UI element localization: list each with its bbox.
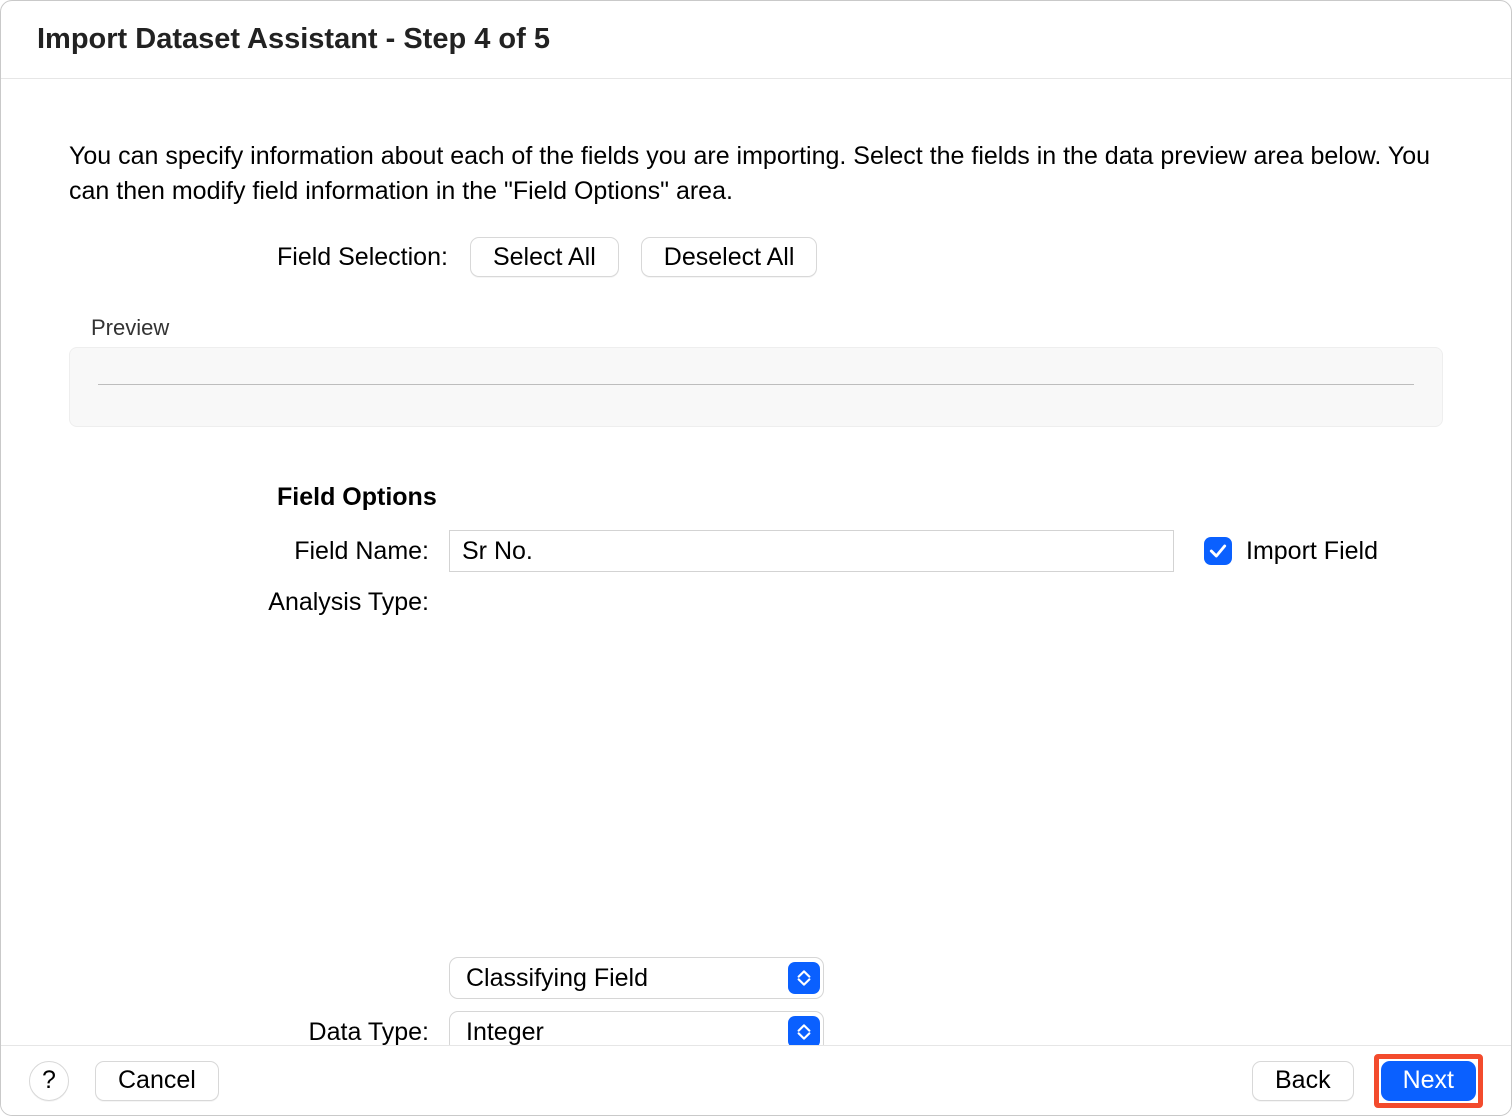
back-button[interactable]: Back	[1252, 1061, 1354, 1101]
intro-text: You can specify information about each o…	[69, 139, 1443, 209]
preview-divider	[98, 384, 1414, 385]
dialog-title: Import Dataset Assistant - Step 4 of 5	[37, 23, 550, 56]
titlebar: Import Dataset Assistant - Step 4 of 5	[1, 1, 1511, 79]
data-type-label: Data Type:	[69, 1018, 449, 1047]
preview-area[interactable]	[69, 347, 1443, 427]
nav-buttons: Back Next	[1252, 1054, 1483, 1108]
field-selection-label: Field Selection:	[277, 243, 448, 272]
analysis-type-row: Classifying Field	[69, 957, 1443, 999]
cancel-label: Cancel	[118, 1066, 196, 1095]
checkmark-icon	[1208, 541, 1228, 561]
preview-label: Preview	[91, 315, 1443, 341]
back-label: Back	[1275, 1066, 1331, 1095]
analysis-type-label: Analysis Type:	[69, 588, 449, 617]
cancel-button[interactable]: Cancel	[95, 1061, 219, 1101]
field-options-heading: Field Options	[277, 483, 1443, 512]
dialog-content: You can specify information about each o…	[1, 79, 1511, 1053]
analysis-type-value: Classifying Field	[449, 957, 824, 999]
dialog-footer: ? Cancel Back Next	[1, 1045, 1511, 1115]
select-stepper-icon	[788, 962, 820, 994]
import-field-checkbox[interactable]	[1204, 537, 1232, 565]
field-selection-row: Field Selection: Select All Deselect All	[277, 237, 1443, 277]
dialog-window: Import Dataset Assistant - Step 4 of 5 Y…	[0, 0, 1512, 1116]
help-icon: ?	[42, 1066, 56, 1095]
import-field-label: Import Field	[1246, 537, 1378, 566]
deselect-all-label: Deselect All	[664, 243, 795, 272]
select-all-button[interactable]: Select All	[470, 237, 619, 277]
deselect-all-button[interactable]: Deselect All	[641, 237, 818, 277]
next-label: Next	[1403, 1066, 1454, 1095]
next-button[interactable]: Next	[1381, 1061, 1476, 1101]
field-name-label: Field Name:	[69, 537, 449, 566]
analysis-type-select[interactable]: Classifying Field	[449, 957, 824, 999]
import-field-checkbox-wrap[interactable]: Import Field	[1204, 537, 1378, 566]
next-highlight-box: Next	[1374, 1054, 1483, 1108]
select-stepper-icon	[788, 1016, 820, 1048]
analysis-type-label-row: Analysis Type:	[69, 588, 1443, 617]
help-button[interactable]: ?	[29, 1061, 69, 1101]
field-name-row: Field Name: Import Field	[69, 530, 1443, 572]
field-name-input[interactable]	[449, 530, 1174, 572]
select-all-label: Select All	[493, 243, 596, 272]
